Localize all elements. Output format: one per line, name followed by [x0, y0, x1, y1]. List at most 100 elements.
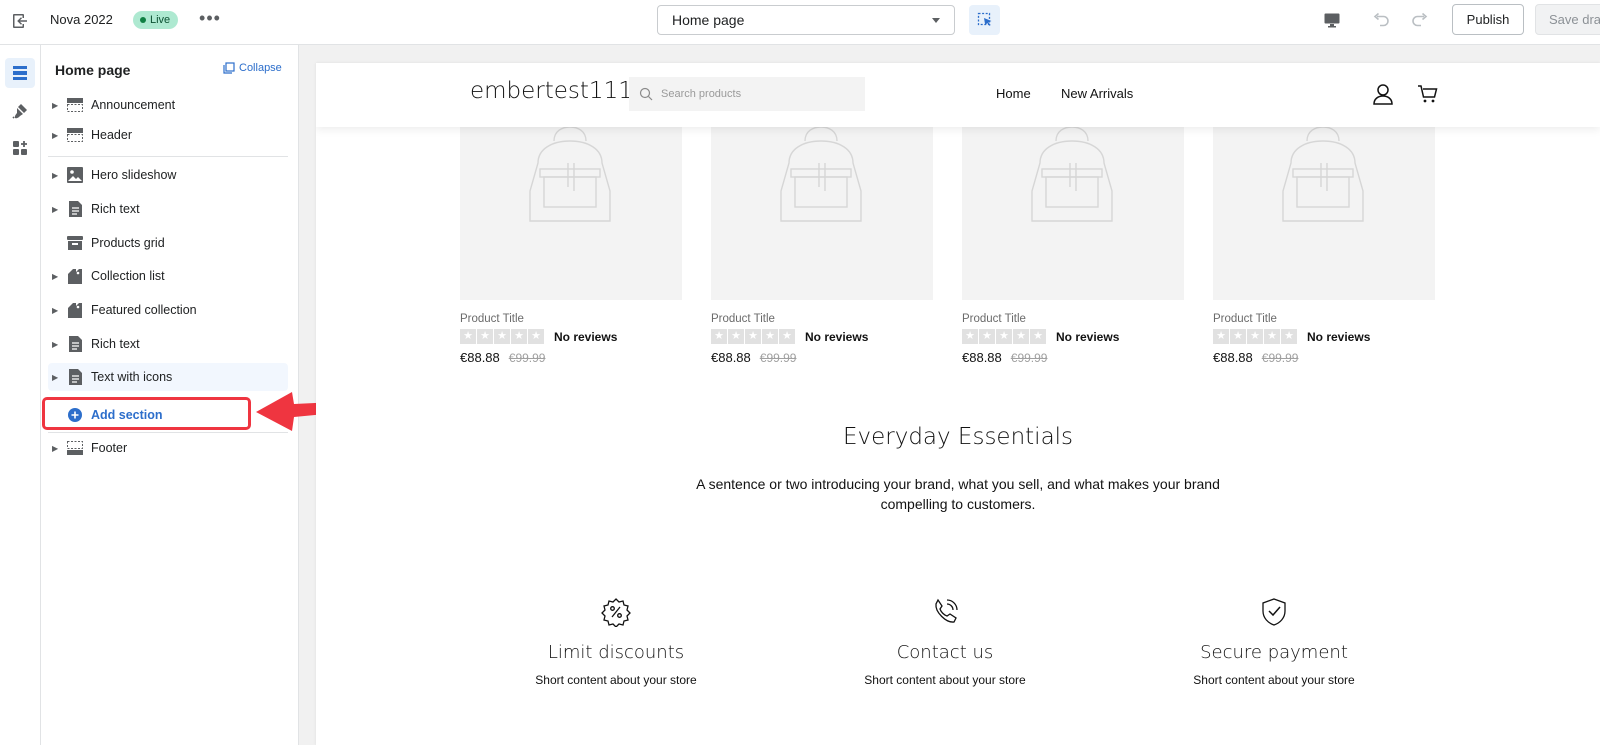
search-placeholder: Search products: [661, 88, 742, 100]
section-item-hero-slideshow[interactable]: ▶ Hero slideshow: [48, 161, 288, 189]
review-count: No reviews: [554, 329, 618, 344]
feature-title: Contact us: [896, 642, 994, 663]
section-label: Rich text: [91, 337, 140, 351]
redo-icon[interactable]: [1410, 10, 1430, 30]
rich-text-heading: Everyday Essentials: [842, 424, 1074, 450]
star-icon: ★: [962, 329, 978, 344]
star-icon: ★: [1030, 329, 1046, 344]
text-block-icon: [69, 369, 82, 385]
text-block-icon: [69, 336, 82, 352]
image-icon: [67, 167, 83, 183]
product-price: €88.88: [1213, 350, 1253, 365]
section-label: Header: [91, 128, 132, 142]
expand-caret-icon[interactable]: ▶: [52, 131, 60, 140]
sections-icon: [13, 66, 27, 80]
feature-title: Secure payment: [1200, 642, 1348, 663]
star-icon: ★: [494, 329, 510, 344]
section-label: Collection list: [91, 269, 165, 283]
star-icon: ★: [979, 329, 995, 344]
expand-caret-icon[interactable]: ▶: [52, 171, 60, 180]
more-actions-icon[interactable]: •••: [198, 9, 222, 34]
star-rating: ★ ★ ★ ★ ★: [962, 329, 1046, 344]
exit-icon[interactable]: [10, 11, 32, 33]
page-selector[interactable]: Home page: [657, 5, 955, 35]
product-title[interactable]: Product Title: [962, 313, 1184, 325]
theme-settings-tab[interactable]: [5, 96, 35, 126]
sidebar-divider: [48, 432, 288, 433]
section-item-rich-text[interactable]: ▶ Rich text: [48, 195, 288, 223]
section-item-footer[interactable]: ▶ Footer: [48, 434, 288, 462]
collapse-icon: [223, 62, 235, 74]
product-title[interactable]: Product Title: [460, 313, 682, 325]
star-icon: ★: [728, 329, 744, 344]
section-item-featured-collection[interactable]: ▶ Featured collection: [48, 296, 288, 324]
feature-title: Limit discounts: [547, 642, 685, 663]
star-icon: ★: [1013, 329, 1029, 344]
sidebar-title: Home page: [55, 62, 131, 78]
expand-caret-icon[interactable]: ▶: [52, 306, 60, 315]
layout-footer-icon: [67, 441, 83, 455]
section-item-text-with-icons[interactable]: ▶ Text with icons: [48, 363, 288, 391]
star-rating: ★ ★ ★ ★ ★: [1213, 329, 1297, 344]
apps-icon: [13, 141, 27, 155]
expand-caret-icon[interactable]: ▶: [52, 272, 60, 281]
publish-button[interactable]: Publish: [1452, 4, 1524, 35]
star-icon: ★: [996, 329, 1012, 344]
feature-text: Short content about your store: [864, 673, 1026, 687]
sidebar-divider: [48, 156, 288, 157]
feature-column: Secure payment Short content about your …: [1124, 597, 1424, 687]
star-icon: ★: [1247, 329, 1263, 344]
account-icon[interactable]: [1372, 83, 1394, 105]
discount-icon: [601, 598, 631, 627]
apps-tab[interactable]: [5, 133, 35, 163]
review-count: No reviews: [805, 329, 869, 344]
section-item-announcement[interactable]: ▶ Announcement: [48, 91, 288, 119]
star-icon: ★: [460, 329, 476, 344]
product-compare-price: €99.99: [759, 351, 797, 365]
add-section-button[interactable]: Add section: [42, 397, 251, 430]
bag-placeholder-icon: [780, 126, 862, 222]
store-search-input[interactable]: Search products: [629, 77, 865, 111]
section-item-products-grid[interactable]: ▶ Products grid: [48, 229, 288, 257]
section-item-rich-text-2[interactable]: ▶ Rich text: [48, 330, 288, 358]
feature-text: Short content about your store: [1193, 673, 1355, 687]
sections-tab[interactable]: [5, 58, 35, 88]
product-price: €88.88: [962, 350, 1002, 365]
expand-caret-icon[interactable]: ▶: [52, 101, 60, 110]
product-title[interactable]: Product Title: [711, 313, 933, 325]
nav-link-new-arrivals[interactable]: New Arrivals: [1061, 86, 1133, 101]
star-icon: ★: [528, 329, 544, 344]
desktop-preview-icon[interactable]: [1323, 11, 1341, 29]
nav-link-home[interactable]: Home: [996, 86, 1031, 101]
collapse-button[interactable]: Collapse: [223, 62, 282, 74]
bag-placeholder-icon: [1031, 126, 1113, 222]
inspector-toggle-button[interactable]: [969, 5, 1000, 35]
store-logo-text[interactable]: embertest111: [470, 78, 633, 104]
undo-icon[interactable]: [1371, 10, 1391, 30]
section-item-collection-list[interactable]: ▶ Collection list: [48, 262, 288, 290]
review-count: No reviews: [1307, 329, 1371, 344]
section-label: Announcement: [91, 98, 176, 112]
chevron-down-icon: [932, 17, 940, 23]
select-cursor-icon: [977, 12, 991, 26]
cart-icon[interactable]: [1417, 83, 1439, 105]
section-label: Text with icons: [91, 370, 173, 384]
product-compare-price: €99.99: [1010, 351, 1048, 365]
expand-caret-icon[interactable]: ▶: [52, 205, 60, 214]
save-draft-button[interactable]: Save draft: [1535, 4, 1600, 35]
section-item-header[interactable]: ▶ Header: [48, 121, 288, 149]
theme-name: Nova 2022: [50, 12, 113, 27]
expand-caret-icon[interactable]: ▶: [52, 373, 60, 382]
products-icon: [67, 236, 83, 250]
product-compare-price: €99.99: [1261, 351, 1299, 365]
expand-caret-icon[interactable]: ▶: [52, 444, 60, 453]
expand-caret-icon[interactable]: ▶: [52, 340, 60, 349]
collapse-label: Collapse: [239, 62, 282, 74]
plus-circle-icon: [68, 408, 82, 422]
section-label: Rich text: [91, 202, 140, 216]
section-label: Featured collection: [91, 303, 197, 317]
review-count: No reviews: [1056, 329, 1120, 344]
product-rating: ★ ★ ★ ★ ★ No reviews: [962, 329, 1184, 344]
feature-text: Short content about your store: [535, 673, 697, 687]
product-title[interactable]: Product Title: [1213, 313, 1435, 325]
